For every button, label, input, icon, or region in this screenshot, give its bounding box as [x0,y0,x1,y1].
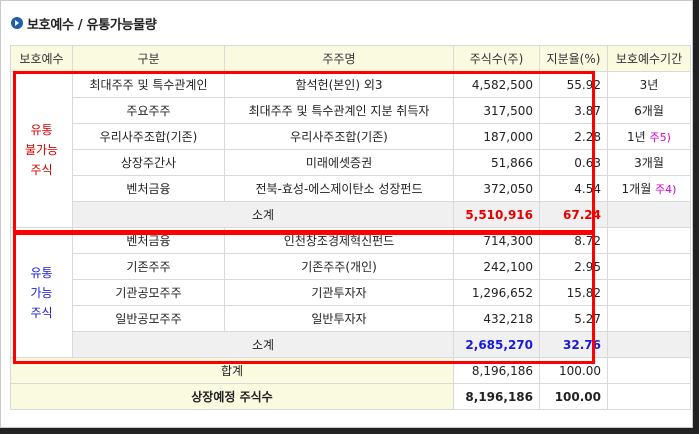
listed-total-label: 상장예정 주식수 [10,383,454,410]
cell-shares: 372,050 [453,175,540,202]
header-shares: 주식수(주) [453,45,540,72]
cell-holder: 함석헌(본인) 외3 [224,71,454,98]
cell-period-empty [607,227,691,254]
table-row: 유통 가능 주식 벤처금융 인천창조경제혁신펀드 714,300 8.72 [10,227,691,358]
cell-period: 3개월 [607,149,691,176]
play-bullet-icon [11,17,23,29]
cell-holder: 전북-효성-에스제이탄소 성장펀드 [224,175,454,202]
header-holder: 주주명 [224,45,454,72]
cell-ratio: 8.72 [539,227,608,254]
cell-period-empty [607,305,691,332]
cell-ratio: 2.95 [539,253,608,280]
listed-total-row: 상장예정 주식수 8,196,186 100.00 [10,383,691,410]
cell-period: 3년 [607,71,691,98]
table-row: 주요주주 최대주주 및 특수관계인 지분 취득자 317,500 3.87 6개… [11,97,691,124]
table-row: 상장주간사 미래에셋증권 51,866 0.63 3개월 [11,149,691,176]
cell-holder: 기관투자자 [224,279,454,306]
table-row: 기존주주 기존주주(개인) 242,100 2.95 [11,253,691,280]
cell-ratio: 0.63 [539,149,608,176]
table-header-row: 보호예수 구분 주주명 주식수(주) 지분율(%) 보호예수기간 [10,45,691,72]
cell-ratio: 3.87 [539,97,608,124]
cell-category: 일반공모주주 [72,305,225,332]
total-row: 합계 8,196,186 100.00 [10,357,691,384]
cell-shares: 317,500 [453,97,540,124]
header-category: 구분 [72,45,225,72]
cell-category: 기관공모주주 [72,279,225,306]
subtotal-shares: 2,685,270 [453,331,540,358]
cell-shares: 187,000 [453,123,540,150]
cell-ratio: 15.82 [539,279,608,306]
header-lockup: 보호예수 [10,45,73,72]
cell-category: 주요주주 [72,97,225,124]
cell-period-empty [607,279,691,306]
table-row: 일반공모주주 일반투자자 432,218 5.27 [11,305,691,332]
cell-category: 상장주간사 [72,149,225,176]
cell-category: 벤처금융 [72,227,225,254]
cell-ratio: 5.27 [539,305,608,332]
section-title-text: 보호예수 / 유통가능물량 [27,17,157,33]
cell-shares: 1,296,652 [453,279,540,306]
footnote-ref: 주4) [655,183,677,196]
cell-period: 1개월 주4) [607,175,691,202]
cell-shares: 714,300 [453,227,540,254]
cell-ratio: 55.92 [539,71,608,98]
cell-holder: 일반투자자 [224,305,454,332]
listed-total-ratio: 100.00 [539,383,608,410]
group-label-locked: 유통 불가능 주식 [10,71,73,228]
subtotal-period-empty [607,201,691,228]
cell-category: 벤처금융 [72,175,225,202]
table-row: 우리사주조합(기존) 우리사주조합(기존) 187,000 2.28 1년 주5… [11,123,691,150]
cell-shares: 242,100 [453,253,540,280]
cell-period-empty [607,253,691,280]
cell-shares: 4,582,500 [453,71,540,98]
table-row: 기관공모주주 기관투자자 1,296,652 15.82 [11,279,691,306]
cell-holder: 최대주주 및 특수관계인 지분 취득자 [224,97,454,124]
footnote-ref: 주5) [649,131,671,144]
subtotal-row-locked: 소계 5,510,916 67.24 [11,201,691,228]
subtotal-label: 소계 [72,331,454,358]
cell-period: 1년 주5) [607,123,691,150]
subtotal-row-free: 소계 2,685,270 32.76 [11,331,691,358]
lockup-table: 보호예수 구분 주주명 주식수(주) 지분율(%) 보호예수기간 유통 불가능 … [10,45,691,410]
subtotal-ratio: 32.76 [539,331,608,358]
cell-category: 우리사주조합(기존) [72,123,225,150]
table-row: 벤처금융 전북-효성-에스제이탄소 성장펀드 372,050 4.54 1개월 … [11,175,691,202]
panel: 보호예수 / 유통가능물량 보호예수 구분 주주명 주식수(주) 지분율(%) … [0,0,693,428]
cell-ratio: 4.54 [539,175,608,202]
listed-total-period-empty [607,383,691,410]
cell-shares: 432,218 [453,305,540,332]
group-label-free: 유통 가능 주식 [10,227,73,358]
cell-holder: 우리사주조합(기존) [224,123,454,150]
cell-holder: 기존주주(개인) [224,253,454,280]
subtotal-ratio: 67.24 [539,201,608,228]
subtotal-label: 소계 [72,201,454,228]
total-period-empty [607,357,691,384]
total-shares: 8,196,186 [453,357,540,384]
cell-category: 최대주주 및 특수관계인 [72,71,225,98]
subtotal-period-empty [607,331,691,358]
table-row: 유통 불가능 주식 최대주주 및 특수관계인 함석헌(본인) 외3 4,582,… [10,71,691,228]
cell-period: 6개월 [607,97,691,124]
cell-shares: 51,866 [453,149,540,176]
cell-holder: 미래에셋증권 [224,149,454,176]
total-label: 합계 [10,357,454,384]
listed-total-shares: 8,196,186 [453,383,540,410]
section-title: 보호예수 / 유통가능물량 [11,14,157,33]
total-ratio: 100.00 [539,357,608,384]
header-period: 보호예수기간 [607,45,691,72]
cell-holder: 인천창조경제혁신펀드 [224,227,454,254]
header-ratio: 지분율(%) [539,45,608,72]
subtotal-shares: 5,510,916 [453,201,540,228]
cell-ratio: 2.28 [539,123,608,150]
cell-category: 기존주주 [72,253,225,280]
